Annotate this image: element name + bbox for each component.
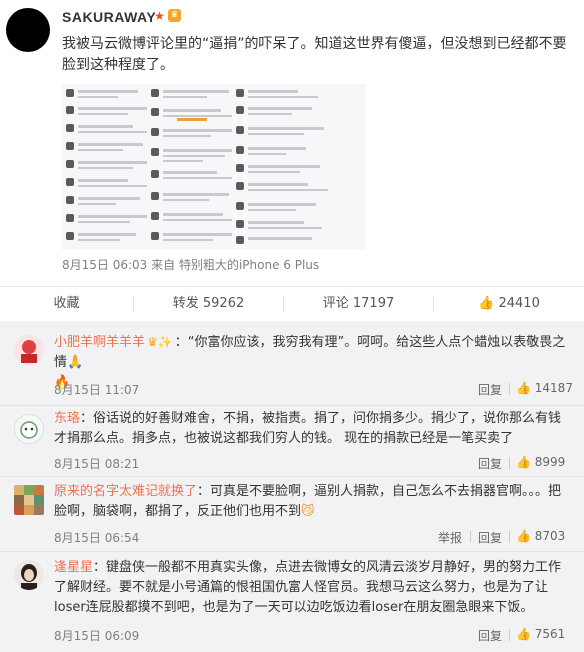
comment-time: 8月15日 06:09	[54, 629, 140, 643]
post-text: 我被马云微博评论里的“逼捐”的吓呆了。知道这世界有傻逼，但没想到已经都不要脸到这…	[62, 36, 567, 73]
thumbs-up-icon: 👍	[478, 296, 495, 311]
commenter-avatar[interactable]	[14, 485, 44, 515]
commenter-name[interactable]: 逢星星	[54, 560, 93, 575]
post-meta: 8月15日 06:03 来自 特别粗大的iPhone 6 Plus	[62, 256, 319, 273]
comment-like-count: 8999	[534, 455, 566, 469]
cat-emoji-icon: 😼	[301, 504, 315, 519]
comment-body: ：键盘侠一般都不用真实头像，点进去微博女的风清云淡岁月静好，男的努力工作了解财经…	[54, 560, 562, 615]
reply-button[interactable]: 回复	[478, 529, 502, 546]
commenter-avatar[interactable]	[14, 560, 44, 590]
author-avatar[interactable]	[6, 8, 50, 52]
commenter-name[interactable]: 原来的名字太难记就换了	[54, 484, 197, 499]
post-date[interactable]: 8月15日 06:03	[62, 258, 147, 272]
comment-time: 8月15日 06:54	[54, 531, 140, 545]
divider	[509, 531, 510, 543]
screenshot-thumbnail-3	[232, 84, 366, 250]
comment-body: ：俗话说的好善财难舍，不捐，被指责。捐了，问你捐多少。捐少了，说你那么有钱才捐那…	[54, 411, 562, 446]
comment-like-button[interactable]: 👍 14187	[516, 381, 573, 395]
divider	[509, 383, 510, 395]
author-username[interactable]: SAKURAWAY	[62, 9, 156, 25]
like-count: 24410	[498, 296, 540, 311]
comment-like-count: 14187	[534, 381, 573, 395]
vip-icon: ♛✨	[147, 335, 173, 349]
commenter-avatar[interactable]	[14, 414, 44, 444]
comment-like-button[interactable]: 👍 7561	[516, 627, 565, 641]
comment-button[interactable]: 评论 17197	[284, 287, 433, 321]
commenter-name[interactable]: 东珞	[54, 411, 80, 426]
avatar-image	[14, 335, 44, 365]
star-badge-icon: ★	[154, 8, 165, 23]
comment-item: 东珞：俗话说的好善财难舍，不捐，被指责。捐了，问你捐多少。捐少了，说你那么有钱才…	[0, 406, 584, 476]
reply-button[interactable]: 回复	[478, 455, 502, 472]
report-button[interactable]: 举报	[438, 529, 462, 546]
thumbs-up-icon: 👍	[516, 529, 531, 543]
thumbs-up-icon: 👍	[516, 627, 531, 641]
repost-button[interactable]: 转发 59262	[134, 287, 283, 321]
post-source[interactable]: 来自 特别粗大的iPhone 6 Plus	[151, 258, 319, 272]
divider	[509, 457, 510, 469]
thumbs-up-icon: 👍	[516, 381, 531, 395]
avatar-image	[14, 560, 44, 590]
reply-button[interactable]: 回复	[478, 381, 502, 398]
post-action-bar: 收藏 转发 59262 评论 17197 👍 24410	[0, 286, 584, 322]
comment-like-button[interactable]: 👍 8703	[516, 529, 565, 543]
favorite-button[interactable]: 收藏	[0, 287, 133, 321]
like-button[interactable]: 👍 24410	[434, 287, 584, 321]
comment-list: 小肥羊啊羊羊羊 ♛✨ ：“你富你应该，我穷我有理”。呵呵。给这些人点个蜡烛以表敬畏之…	[0, 321, 584, 652]
commenter-avatar[interactable]	[14, 335, 44, 365]
comment-text: 原来的名字太难记就换了：可真是不要脸啊，逼别人捐款，自己怎么不去捐器官啊。。。把…	[54, 482, 574, 522]
comment-time: 8月15日 08:21	[54, 457, 140, 471]
post-image-3[interactable]	[232, 84, 366, 250]
candle-emoji-icon: 🙏	[67, 355, 84, 370]
comment-item: 逢星星：键盘侠一般都不用真实头像，点进去微博女的风清云淡岁月静好，男的努力工作了…	[0, 552, 584, 652]
avatar-image	[14, 485, 44, 515]
commenter-name[interactable]: 小肥羊啊羊羊羊	[54, 335, 145, 350]
vip-badge-icon: ♛	[168, 9, 181, 22]
comment-like-count: 8703	[534, 529, 566, 543]
comment-like-count: 7561	[534, 627, 566, 641]
divider	[509, 629, 510, 641]
comment-like-button[interactable]: 👍 8999	[516, 455, 565, 469]
reply-button[interactable]: 回复	[478, 627, 502, 644]
comment-item: 原来的名字太难记就换了：可真是不要脸啊，逼别人捐款，自己怎么不去捐器官啊。。。把…	[0, 477, 584, 551]
comment-text: 东珞：俗话说的好善财难舍，不捐，被指责。捐了，问你捐多少。捐少了，说你那么有钱才…	[54, 409, 574, 449]
comment-text: 逢星星：键盘侠一般都不用真实头像，点进去微博女的风清云淡岁月静好，男的努力工作了…	[54, 558, 574, 618]
avatar-image	[15, 415, 43, 443]
comment-item: 小肥羊啊羊羊羊 ♛✨ ：“你富你应该，我穷我有理”。呵呵。给这些人点个蜡烛以表敬畏之…	[0, 321, 584, 405]
comment-time: 8月15日 11:07	[54, 383, 140, 397]
divider	[470, 531, 471, 543]
thumbs-up-icon: 👍	[516, 455, 531, 469]
